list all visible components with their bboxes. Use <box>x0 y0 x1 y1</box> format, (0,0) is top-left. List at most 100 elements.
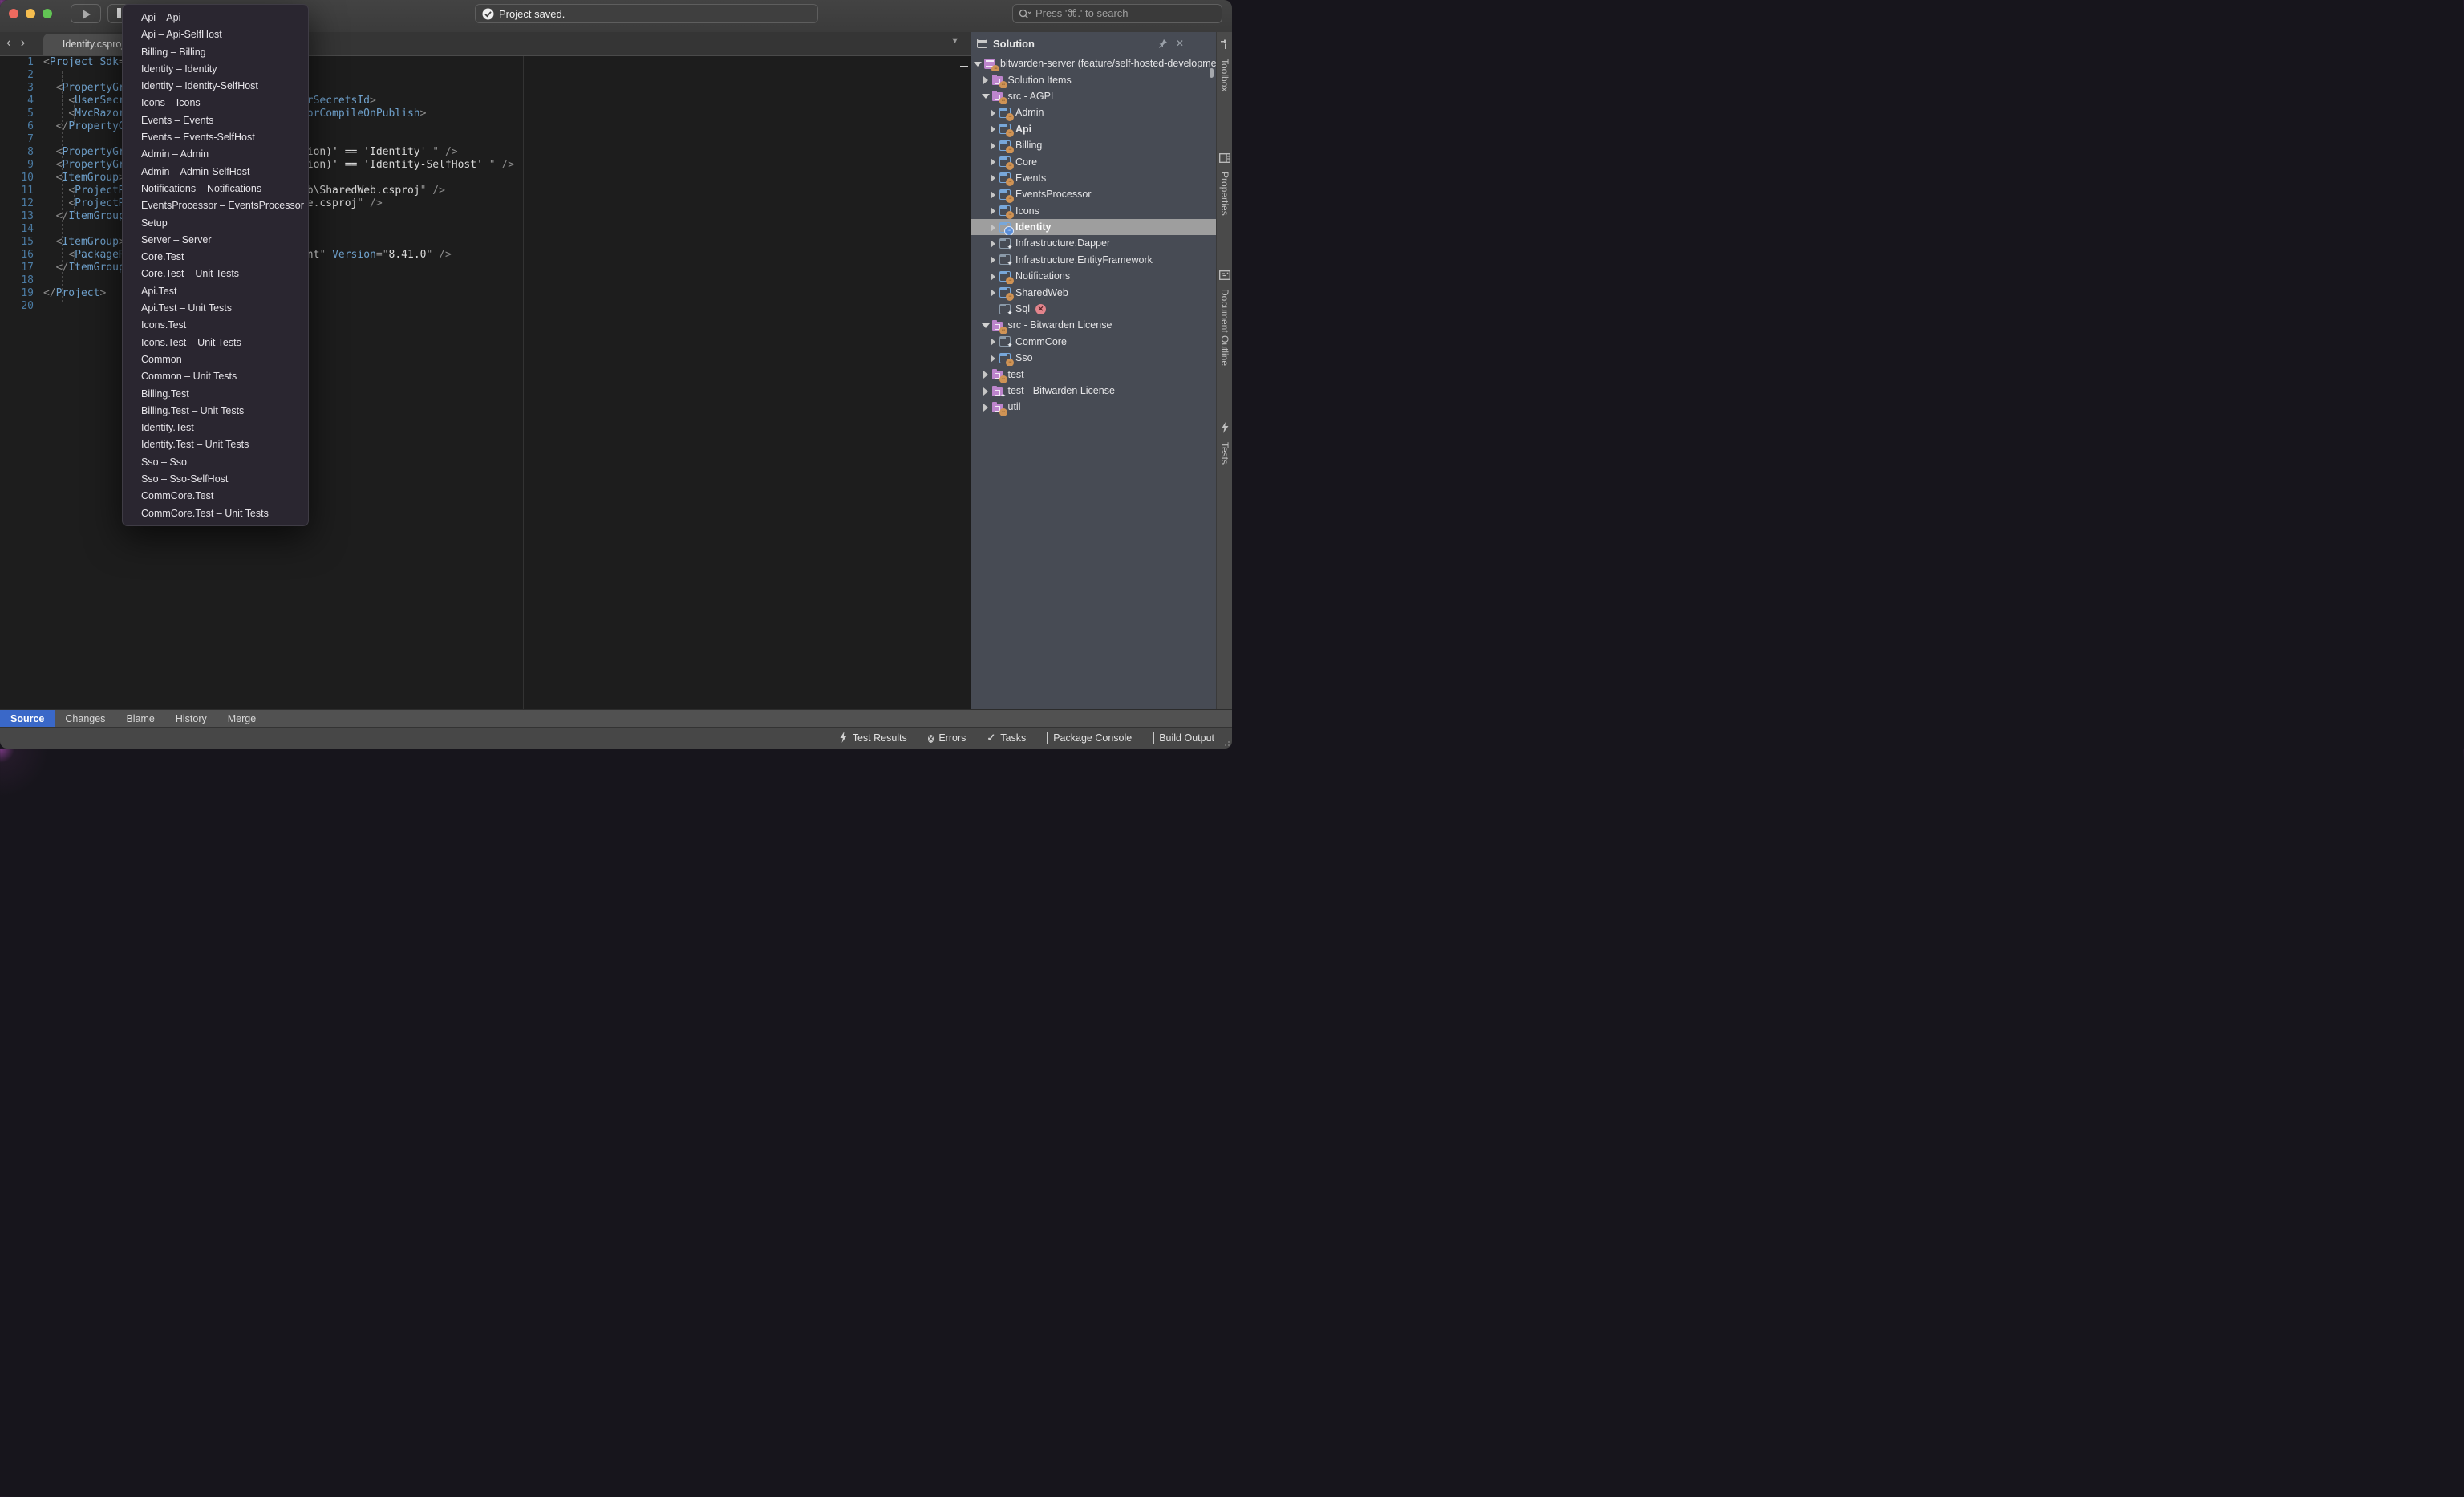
tree-item-test[interactable]: ···test <box>971 366 1216 382</box>
tree-item-notifications[interactable]: ···Notifications <box>971 268 1216 284</box>
menu-item[interactable]: Admin – Admin <box>123 146 308 163</box>
statusbar-item-errors[interactable]: ✕Errors <box>928 732 967 744</box>
expander-open-icon[interactable] <box>982 92 989 99</box>
forward-icon[interactable]: › <box>21 34 35 50</box>
expander-closed-icon[interactable] <box>982 404 989 411</box>
menu-item[interactable]: Sso – Sso-SelfHost <box>123 471 308 488</box>
tree-item-test[interactable]: ✦test - Bitwarden License <box>971 383 1216 399</box>
menu-item[interactable]: Billing – Billing <box>123 44 308 61</box>
expander-closed-icon[interactable] <box>989 174 996 181</box>
menu-item[interactable]: Billing.Test – Unit Tests <box>123 403 308 420</box>
view-tab-source[interactable]: Source <box>0 710 55 727</box>
menu-item[interactable]: EventsProcessor – EventsProcessor <box>123 197 308 214</box>
expander-closed-icon[interactable] <box>982 371 989 378</box>
tree-item-util[interactable]: ···util <box>971 399 1216 415</box>
tree-item-src[interactable]: ···src - AGPL <box>971 88 1216 104</box>
tree-item-api[interactable]: ···Api <box>971 121 1216 137</box>
view-tab-history[interactable]: History <box>165 710 217 727</box>
tree-item-core[interactable]: ···Core <box>971 153 1216 169</box>
expander-closed-icon[interactable] <box>989 158 996 165</box>
menu-item[interactable]: Notifications – Notifications <box>123 181 308 197</box>
expander-closed-icon[interactable] <box>989 109 996 116</box>
tree-item-bitwarden-server[interactable]: ···bitwarden-server (feature/self-hosted… <box>971 55 1216 71</box>
search-input[interactable]: Press '⌘.' to search <box>1012 4 1222 23</box>
pad-tab-properties[interactable]: Properties <box>1217 152 1232 216</box>
expander-open-icon[interactable] <box>974 60 981 67</box>
expander-closed-icon[interactable] <box>989 355 996 362</box>
menu-item[interactable]: Icons – Icons <box>123 95 308 112</box>
close-window-button[interactable] <box>9 9 18 18</box>
tree-item-sql[interactable]: ✦Sql✕ <box>971 301 1216 317</box>
back-icon[interactable]: ‹ <box>6 34 21 50</box>
tree-item-sharedweb[interactable]: ···SharedWeb <box>971 284 1216 300</box>
statusbar-item-tasks[interactable]: ✓Tasks <box>987 732 1026 744</box>
menu-item[interactable]: Icons.Test – Unit Tests <box>123 335 308 351</box>
tree-item-commcore[interactable]: ✦CommCore <box>971 334 1216 350</box>
expander-closed-icon[interactable] <box>989 240 996 247</box>
menu-item[interactable]: Api.Test <box>123 283 308 300</box>
menu-item[interactable]: Common <box>123 351 308 368</box>
menu-item[interactable]: Identity.Test – Unit Tests <box>123 436 308 453</box>
statusbar-item-package-console[interactable]: Package Console <box>1047 732 1132 744</box>
menu-item[interactable]: Events – Events <box>123 112 308 129</box>
expander-closed-icon[interactable] <box>989 338 996 345</box>
play-icon <box>83 10 91 19</box>
menu-item[interactable]: Icons.Test <box>123 317 308 334</box>
run-button[interactable] <box>71 4 101 23</box>
expander-open-icon[interactable] <box>982 322 989 329</box>
menu-item[interactable]: Common – Unit Tests <box>123 368 308 385</box>
expander-closed-icon[interactable] <box>989 191 996 198</box>
pad-tab-tests[interactable]: Tests <box>1217 422 1232 465</box>
view-tab-merge[interactable]: Merge <box>217 710 266 727</box>
menu-item[interactable]: Identity – Identity-SelfHost <box>123 78 308 95</box>
expander-closed-icon[interactable] <box>989 207 996 214</box>
menu-item[interactable]: Sso – Sso <box>123 454 308 471</box>
menu-item[interactable]: Core.Test – Unit Tests <box>123 266 308 282</box>
expander-closed-icon[interactable] <box>989 273 996 280</box>
tree-item-sso[interactable]: ···Sso <box>971 350 1216 366</box>
menu-item[interactable]: Api – Api-SelfHost <box>123 26 308 43</box>
close-pad-icon[interactable]: ✕ <box>1176 38 1184 49</box>
tree-item-eventsprocessor[interactable]: ···EventsProcessor <box>971 186 1216 202</box>
view-tab-blame[interactable]: Blame <box>116 710 164 727</box>
pad-tab-document-outline[interactable]: Document Outline <box>1217 270 1232 366</box>
menu-item[interactable]: Api.Test – Unit Tests <box>123 300 308 317</box>
vertical-scrollbar[interactable] <box>1210 68 1214 78</box>
tree-item-infrastructure.entityframework[interactable]: ✦Infrastructure.EntityFramework <box>971 252 1216 268</box>
pad-tab-toolbox[interactable]: Toolbox <box>1217 39 1232 91</box>
tree-item-billing[interactable]: ···Billing <box>971 137 1216 153</box>
menu-item[interactable]: CommCore.Test – Unit Tests <box>123 505 308 522</box>
expander-closed-icon[interactable] <box>989 224 996 231</box>
menu-item[interactable]: Events – Events-SelfHost <box>123 129 308 146</box>
tree-item-infrastructure.dapper[interactable]: ✦Infrastructure.Dapper <box>971 235 1216 251</box>
menu-item[interactable]: Admin – Admin-SelfHost <box>123 164 308 181</box>
menu-item[interactable]: Core.Test <box>123 249 308 266</box>
expander-closed-icon[interactable] <box>989 289 996 296</box>
pin-icon[interactable] <box>1158 39 1168 48</box>
statusbar-item-build-output[interactable]: Build Output <box>1153 732 1214 744</box>
resize-grip[interactable] <box>1222 738 1230 746</box>
tree-item-admin[interactable]: ···Admin <box>971 104 1216 120</box>
expander-closed-icon[interactable] <box>989 142 996 149</box>
menu-item[interactable]: Billing.Test <box>123 386 308 403</box>
minimize-window-button[interactable] <box>26 9 35 18</box>
expander-closed-icon[interactable] <box>982 387 989 395</box>
tab-overflow-icon[interactable]: ▼ <box>950 36 959 46</box>
menu-item[interactable]: Identity.Test <box>123 420 308 436</box>
tree-item-solution[interactable]: ···Solution Items <box>971 71 1216 87</box>
view-tab-changes[interactable]: Changes <box>55 710 116 727</box>
tree-item-src[interactable]: ···src - Bitwarden License <box>971 317 1216 333</box>
expander-closed-icon[interactable] <box>982 76 989 83</box>
expander-closed-icon[interactable] <box>989 256 996 263</box>
menu-item[interactable]: Identity – Identity <box>123 61 308 78</box>
menu-item[interactable]: Setup <box>123 215 308 232</box>
tree-item-events[interactable]: ···Events <box>971 170 1216 186</box>
expander-closed-icon[interactable] <box>989 125 996 132</box>
tree-item-identity[interactable]: ···Identity <box>971 219 1216 235</box>
menu-item[interactable]: Server – Server <box>123 232 308 249</box>
menu-item[interactable]: Api – Api <box>123 10 308 26</box>
tree-item-icons[interactable]: ···Icons <box>971 203 1216 219</box>
menu-item[interactable]: CommCore.Test <box>123 488 308 505</box>
statusbar-item-test-results[interactable]: Test Results <box>839 732 907 745</box>
zoom-window-button[interactable] <box>43 9 52 18</box>
